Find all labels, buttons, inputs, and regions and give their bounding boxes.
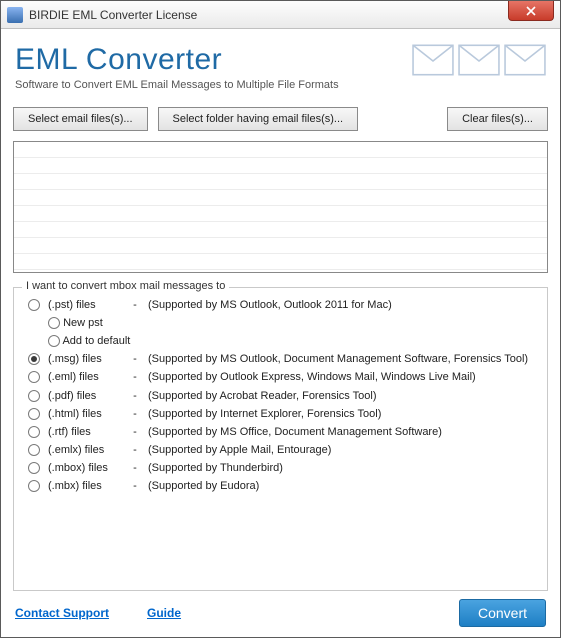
option-desc: (Supported by Internet Explorer, Forensi… bbox=[144, 405, 537, 423]
sub-option-label: Add to default bbox=[62, 335, 130, 347]
option-row-pst: (.pst) files-(Supported by MS Outlook, O… bbox=[24, 296, 537, 314]
option-label: (.pst) files bbox=[44, 296, 126, 314]
option-dash: - bbox=[126, 459, 144, 477]
group-title: I want to convert mbox mail messages to bbox=[22, 280, 229, 292]
radio-emlx[interactable] bbox=[28, 444, 40, 456]
envelope-icon bbox=[458, 43, 500, 77]
option-label: (.mbx) files bbox=[44, 477, 126, 495]
option-dash: - bbox=[126, 368, 144, 386]
option-label: (.rtf) files bbox=[44, 423, 126, 441]
envelope-icon bbox=[504, 43, 546, 77]
radio-msg[interactable] bbox=[28, 353, 40, 365]
option-desc: (Supported by MS Outlook, Outlook 2011 f… bbox=[144, 296, 537, 314]
option-desc: (Supported by MS Office, Document Manage… bbox=[144, 423, 537, 441]
option-label: (.html) files bbox=[44, 405, 126, 423]
list-row bbox=[14, 142, 547, 158]
guide-link[interactable]: Guide bbox=[147, 606, 181, 620]
list-row bbox=[14, 190, 547, 206]
option-dash: - bbox=[126, 423, 144, 441]
radio-newpst[interactable] bbox=[48, 317, 60, 329]
radio-pdf[interactable] bbox=[28, 390, 40, 402]
toolbar-spacer bbox=[368, 107, 437, 131]
option-dash: - bbox=[126, 477, 144, 495]
file-list[interactable] bbox=[13, 141, 548, 273]
envelope-icon bbox=[412, 43, 454, 77]
content-area: EML Converter Software to Convert EML Em… bbox=[1, 29, 560, 637]
list-row bbox=[14, 238, 547, 254]
app-subtitle: Software to Convert EML Email Messages t… bbox=[15, 79, 546, 91]
option-dash: - bbox=[126, 441, 144, 459]
option-label: (.pdf) files bbox=[44, 386, 126, 404]
option-row-html: (.html) files-(Supported by Internet Exp… bbox=[24, 405, 537, 423]
option-label: (.mbox) files bbox=[44, 459, 126, 477]
option-subrow-addpst: Add to default bbox=[24, 332, 537, 350]
select-files-button[interactable]: Select email files(s)... bbox=[13, 107, 148, 131]
radio-pst[interactable] bbox=[28, 299, 40, 311]
footer: Contact Support Guide Convert bbox=[13, 591, 548, 629]
radio-mbx[interactable] bbox=[28, 480, 40, 492]
close-icon bbox=[526, 6, 536, 16]
contact-support-link[interactable]: Contact Support bbox=[15, 606, 109, 620]
option-desc: (Supported by Apple Mail, Entourage) bbox=[144, 441, 537, 459]
app-icon bbox=[7, 7, 23, 23]
radio-html[interactable] bbox=[28, 408, 40, 420]
option-desc: (Supported by Acrobat Reader, Forensics … bbox=[144, 386, 537, 404]
option-row-emlx: (.emlx) files-(Supported by Apple Mail, … bbox=[24, 441, 537, 459]
list-row bbox=[14, 222, 547, 238]
titlebar[interactable]: BIRDIE EML Converter License bbox=[1, 1, 560, 29]
option-label: (.eml) files bbox=[44, 368, 126, 386]
option-label: (.emlx) files bbox=[44, 441, 126, 459]
radio-addpst[interactable] bbox=[48, 335, 60, 347]
radio-rtf[interactable] bbox=[28, 426, 40, 438]
option-row-eml: (.eml) files-(Supported by Outlook Expre… bbox=[24, 368, 537, 386]
window-title: BIRDIE EML Converter License bbox=[29, 8, 560, 22]
option-row-msg: (.msg) files-(Supported by MS Outlook, D… bbox=[24, 350, 537, 368]
toolbar: Select email files(s)... Select folder h… bbox=[13, 107, 548, 131]
option-row-pdf: (.pdf) files-(Supported by Acrobat Reade… bbox=[24, 386, 537, 404]
option-subrow-newpst: New pst bbox=[24, 314, 537, 332]
list-row bbox=[14, 206, 547, 222]
sub-option-label: New pst bbox=[63, 317, 103, 329]
option-desc: (Supported by MS Outlook, Document Manag… bbox=[144, 350, 537, 368]
radio-eml[interactable] bbox=[28, 371, 40, 383]
list-row bbox=[14, 158, 547, 174]
option-row-mbx: (.mbx) files-(Supported by Eudora) bbox=[24, 477, 537, 495]
sub-option: Add to default bbox=[44, 332, 537, 350]
option-label: (.msg) files bbox=[44, 350, 126, 368]
header: EML Converter Software to Convert EML Em… bbox=[15, 43, 546, 91]
select-folder-button[interactable]: Select folder having email files(s)... bbox=[158, 107, 359, 131]
list-row bbox=[14, 254, 547, 270]
list-row bbox=[14, 174, 547, 190]
option-dash: - bbox=[126, 386, 144, 404]
option-dash: - bbox=[126, 405, 144, 423]
option-desc: (Supported by Outlook Express, Windows M… bbox=[144, 368, 537, 386]
option-desc: (Supported by Thunderbird) bbox=[144, 459, 537, 477]
close-button[interactable] bbox=[508, 1, 554, 21]
options-table: (.pst) files-(Supported by MS Outlook, O… bbox=[24, 296, 537, 495]
option-dash: - bbox=[126, 350, 144, 368]
envelope-graphic bbox=[412, 43, 546, 77]
option-desc: (Supported by Eudora) bbox=[144, 477, 537, 495]
option-dash: - bbox=[126, 296, 144, 314]
format-group: I want to convert mbox mail messages to … bbox=[13, 287, 548, 591]
clear-files-button[interactable]: Clear files(s)... bbox=[447, 107, 548, 131]
radio-mbox[interactable] bbox=[28, 462, 40, 474]
convert-button[interactable]: Convert bbox=[459, 599, 546, 627]
app-window: BIRDIE EML Converter License EML Convert… bbox=[0, 0, 561, 638]
option-row-rtf: (.rtf) files-(Supported by MS Office, Do… bbox=[24, 423, 537, 441]
sub-option: New pst bbox=[44, 314, 537, 332]
option-row-mbox: (.mbox) files-(Supported by Thunderbird) bbox=[24, 459, 537, 477]
